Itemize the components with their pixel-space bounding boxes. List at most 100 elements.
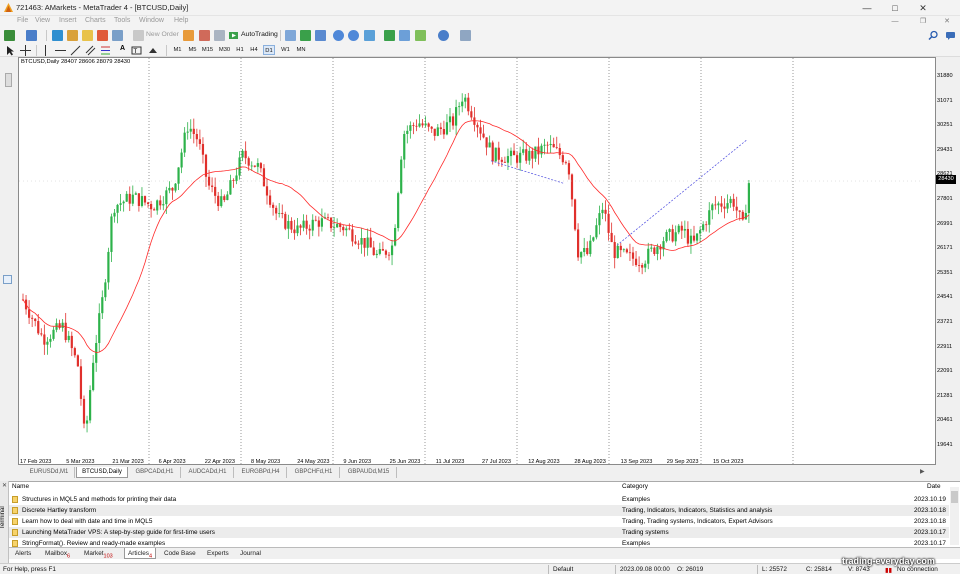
market-watch-icon[interactable] bbox=[52, 30, 63, 41]
chart-tab-eurusdd-m1[interactable]: EURUSDd,M1 bbox=[24, 467, 75, 478]
strategy-tester-icon[interactable] bbox=[112, 30, 123, 41]
close-chart-button[interactable]: ✕ bbox=[940, 16, 954, 28]
chart-tab-gbpchfd-h1[interactable]: GBPCHFd,H1 bbox=[288, 467, 340, 478]
chart-tab-eurgbpd-h4[interactable]: EURGBPd,H4 bbox=[235, 467, 287, 478]
crosshair-icon[interactable] bbox=[20, 45, 31, 56]
candle-body bbox=[61, 322, 64, 328]
periods-icon[interactable] bbox=[438, 30, 449, 41]
metaeditor-icon[interactable] bbox=[183, 30, 194, 41]
price-chart[interactable] bbox=[19, 58, 921, 464]
article-row[interactable]: Learn how to deal with date and time in … bbox=[9, 516, 949, 527]
timeframe-m30[interactable]: M30 bbox=[217, 45, 232, 55]
terminal-scrollbar[interactable] bbox=[950, 487, 959, 545]
equidistant-channel-icon[interactable] bbox=[85, 45, 96, 56]
close-button[interactable]: ✕ bbox=[916, 2, 930, 14]
horizontal-line-icon[interactable] bbox=[55, 45, 66, 56]
terminal-icon[interactable] bbox=[97, 30, 108, 41]
chat-icon[interactable] bbox=[945, 30, 956, 41]
menu-insert[interactable]: Insert bbox=[59, 17, 77, 24]
article-row[interactable]: Discrete Hartley transform Trading, Indic… bbox=[9, 505, 949, 516]
restore-chart-button[interactable]: — bbox=[888, 16, 902, 28]
autoscroll-icon[interactable] bbox=[399, 30, 410, 41]
timeframe-w1[interactable]: W1 bbox=[279, 45, 292, 55]
panel-toggle-handle[interactable] bbox=[5, 73, 12, 87]
candle-body bbox=[70, 335, 73, 349]
column-header-date[interactable]: Date bbox=[927, 483, 941, 490]
candle-body bbox=[610, 232, 613, 243]
bar-chart-icon[interactable] bbox=[285, 30, 296, 41]
terminal-side-bar[interactable]: Terminal bbox=[0, 481, 9, 563]
timeframe-h1[interactable]: H1 bbox=[234, 45, 246, 55]
trendline-icon[interactable] bbox=[70, 45, 81, 56]
text-label-icon[interactable]: T bbox=[131, 45, 142, 56]
candle-body bbox=[278, 212, 281, 214]
signals-icon[interactable] bbox=[199, 30, 210, 41]
timeframe-m15[interactable]: M15 bbox=[200, 45, 215, 55]
menu-view[interactable]: View bbox=[35, 17, 50, 24]
restore-window-icon[interactable]: ❐ bbox=[916, 16, 930, 28]
terminal-tab-alerts[interactable]: Alerts bbox=[15, 548, 31, 559]
chart-tabs-scroll-icon[interactable]: ▶ bbox=[920, 468, 925, 475]
new-chart-icon[interactable] bbox=[4, 30, 15, 41]
article-row[interactable]: Structures in MQL5 and methods for print… bbox=[9, 494, 949, 505]
terminal-tab-code-base[interactable]: Code Base bbox=[164, 548, 196, 559]
timeframe-m5[interactable]: M5 bbox=[186, 45, 199, 55]
profiles-icon[interactable] bbox=[26, 30, 37, 41]
candlesticks-icon[interactable] bbox=[300, 30, 311, 41]
chart-tab-btcusd-daily[interactable]: BTCUSD,Daily bbox=[76, 467, 128, 478]
chart-tab-gbpaudd-m15[interactable]: GBPAUDd,M15 bbox=[341, 467, 397, 478]
column-header-category[interactable]: Category bbox=[622, 483, 648, 490]
chart-shift-icon[interactable] bbox=[384, 30, 395, 41]
indicators-icon[interactable] bbox=[415, 30, 426, 41]
date-axis-label: 13 Sep 2023 bbox=[620, 459, 653, 465]
terminal-tab-articles[interactable]: Articles4 bbox=[124, 548, 157, 559]
column-header-name[interactable]: Name bbox=[12, 483, 29, 490]
templates-icon[interactable] bbox=[460, 30, 471, 41]
text-tool-icon[interactable]: A bbox=[117, 45, 128, 56]
fibonacci-icon[interactable] bbox=[100, 45, 111, 56]
data-window-icon[interactable] bbox=[67, 30, 78, 41]
timeframe-d1[interactable]: D1 bbox=[263, 45, 275, 55]
new-order-icon[interactable] bbox=[133, 30, 144, 41]
terminal-tab-mailbox[interactable]: Mailbox6 bbox=[45, 548, 70, 559]
candle-body bbox=[198, 139, 201, 144]
terminal-tab-journal[interactable]: Journal bbox=[240, 548, 261, 559]
article-row[interactable]: Launching MetaTrader VPS: A step-by-step… bbox=[9, 527, 949, 538]
candle-body bbox=[326, 217, 330, 219]
arrows-icon[interactable] bbox=[148, 45, 159, 56]
menu-file[interactable]: File bbox=[17, 17, 28, 24]
tile-windows-icon[interactable] bbox=[364, 30, 375, 41]
vertical-line-icon[interactable] bbox=[40, 45, 51, 56]
article-name: Launching MetaTrader VPS: A step-by-step… bbox=[22, 529, 215, 536]
new-order-button[interactable]: New Order bbox=[146, 31, 179, 38]
autotrading-icon[interactable] bbox=[228, 30, 239, 41]
candle-body bbox=[37, 321, 40, 334]
zoom-in-icon[interactable] bbox=[333, 30, 344, 41]
navigator-side-icon[interactable] bbox=[3, 275, 12, 284]
minimize-button[interactable]: — bbox=[860, 2, 874, 14]
zoom-out-icon[interactable] bbox=[348, 30, 359, 41]
scrollbar-thumb[interactable] bbox=[951, 491, 958, 503]
terminal-tab-market[interactable]: Market103 bbox=[84, 548, 113, 559]
line-chart-icon[interactable] bbox=[315, 30, 326, 41]
search-icon[interactable] bbox=[928, 30, 939, 41]
menu-window[interactable]: Window bbox=[139, 17, 164, 24]
timeframe-m1[interactable]: M1 bbox=[171, 45, 184, 55]
menu-tools[interactable]: Tools bbox=[114, 17, 130, 24]
timeframe-h4[interactable]: H4 bbox=[248, 45, 260, 55]
chart-tab-gbpcadd-h1[interactable]: GBPCADd,H1 bbox=[129, 467, 181, 478]
chart-tab-audcadd-h1[interactable]: AUDCADd,H1 bbox=[182, 467, 234, 478]
chart-window[interactable] bbox=[18, 57, 936, 465]
autotrading-button[interactable]: AutoTrading bbox=[241, 31, 278, 38]
cursor-icon[interactable] bbox=[5, 45, 16, 56]
menu-help[interactable]: Help bbox=[174, 17, 188, 24]
navigator-icon[interactable] bbox=[82, 30, 93, 41]
timeframe-mn[interactable]: MN bbox=[294, 45, 308, 55]
terminal-tab-experts[interactable]: Experts bbox=[207, 548, 229, 559]
terminal-close-icon[interactable]: ✕ bbox=[2, 482, 7, 489]
maximize-button[interactable]: □ bbox=[888, 2, 902, 14]
candle-body bbox=[110, 216, 113, 252]
vps-icon[interactable] bbox=[214, 30, 225, 41]
status-profile[interactable]: Default bbox=[553, 566, 573, 573]
menu-charts[interactable]: Charts bbox=[85, 17, 106, 24]
